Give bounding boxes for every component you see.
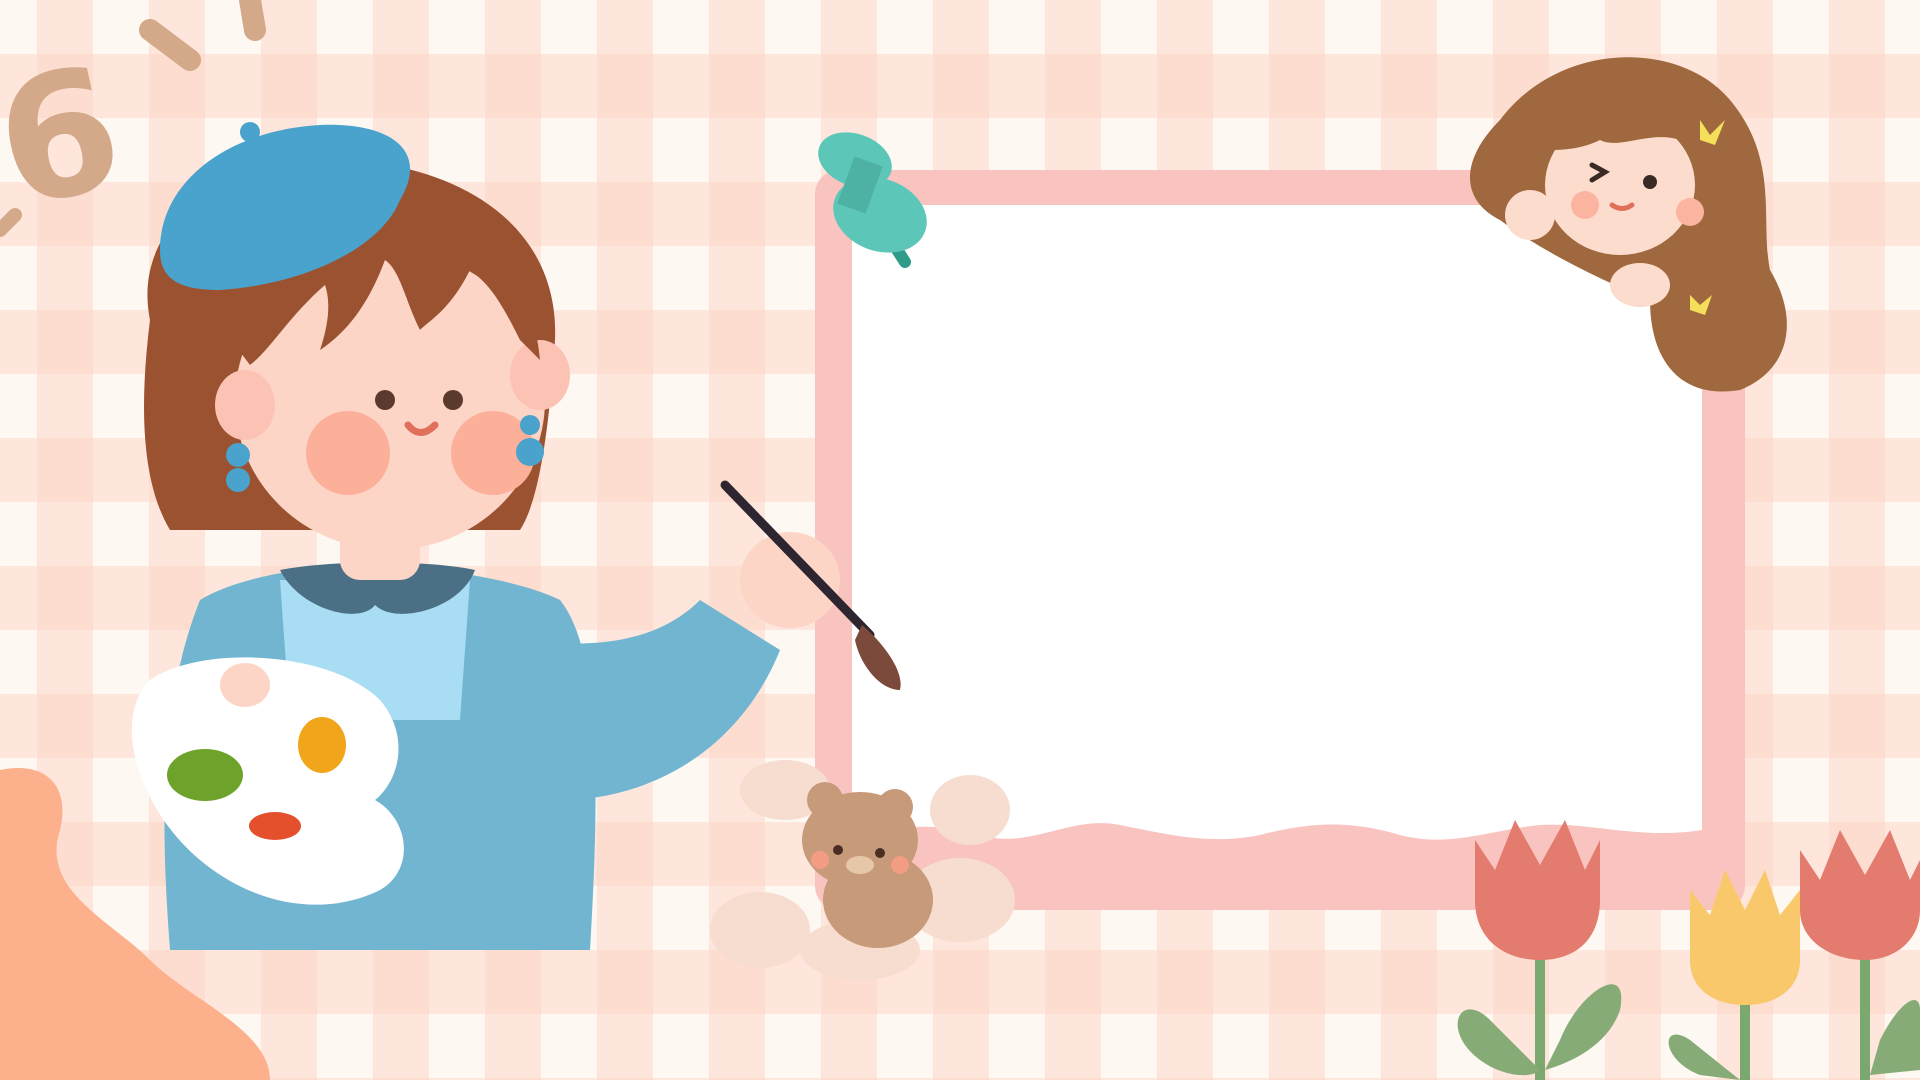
illustration-canvas (0, 0, 1920, 1080)
